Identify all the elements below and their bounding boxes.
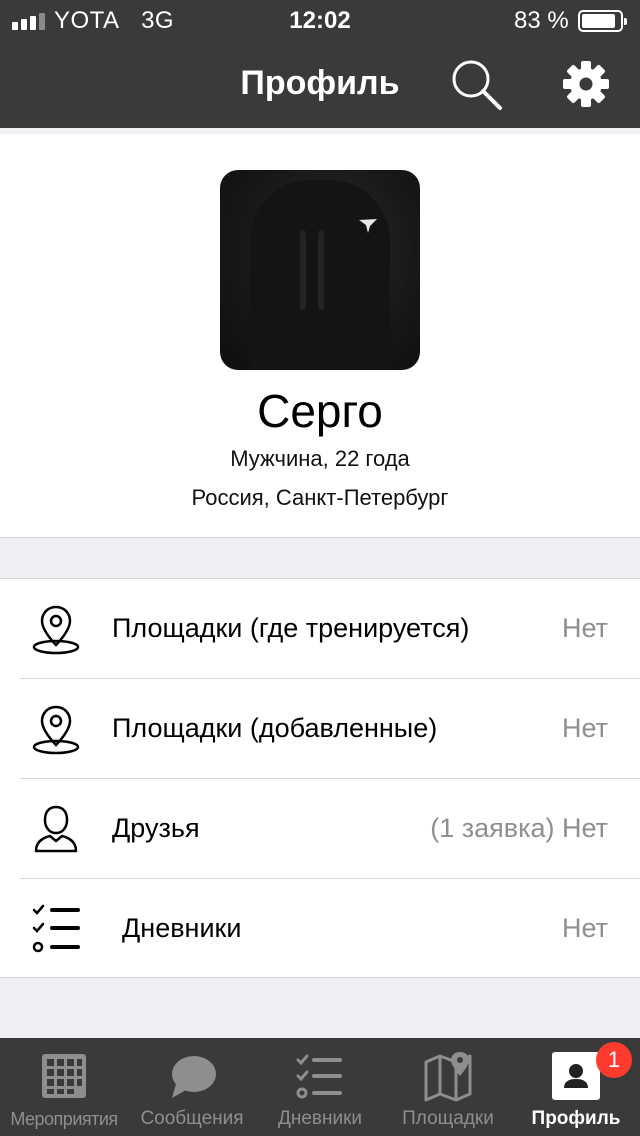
settings-button[interactable] <box>560 58 612 110</box>
menu-item-value: (1 заявка) Нет <box>430 813 608 843</box>
tab-label: Площадки <box>402 1108 494 1129</box>
tab-label: Дневники <box>277 1108 363 1129</box>
tab-label: Профиль <box>531 1108 621 1129</box>
map-pin-icon <box>32 705 80 755</box>
page-title: Профиль <box>240 64 400 102</box>
gear-icon <box>563 61 609 107</box>
person-icon <box>34 805 78 853</box>
checklist-icon <box>296 1054 342 1099</box>
menu-item-label: Друзья <box>112 813 200 843</box>
menu-item-value: Нет <box>562 913 608 943</box>
battery-icon <box>578 10 627 32</box>
menu-item-value: Нет <box>562 713 608 743</box>
profile-card: Серго Мужчина, 22 года Россия, Санкт-Пет… <box>0 134 640 538</box>
tab-events[interactable]: Мероприятия <box>0 1038 128 1136</box>
calendar-grid-icon <box>42 1054 86 1098</box>
profile-name: Серго <box>257 385 383 437</box>
top-bar: YOTA 3G 12:02 83 % Профиль <box>0 0 640 128</box>
profile-icon <box>552 1052 600 1100</box>
chat-bubble-icon <box>172 1056 216 1098</box>
menu-item-value: Нет <box>562 613 608 643</box>
search-button[interactable] <box>448 56 504 112</box>
menu-item-friends[interactable]: Друзья (1 заявка) Нет <box>0 779 640 879</box>
tab-label: Мероприятия <box>10 1109 118 1129</box>
menu-item-added-grounds[interactable]: Площадки (добавленные) Нет <box>0 679 640 779</box>
battery-percentage: 83 % <box>514 7 569 34</box>
avatar[interactable] <box>220 170 420 370</box>
checklist-icon <box>32 904 80 953</box>
menu-item-diaries[interactable]: Дневники Нет <box>0 879 640 979</box>
search-icon <box>452 60 502 110</box>
profile-gender-age: Мужчина, 22 года <box>230 446 410 471</box>
map-icon <box>424 1052 472 1102</box>
tab-label: Сообщения <box>140 1108 244 1129</box>
menu-item-label: Площадки (добавленные) <box>112 713 438 743</box>
profile-menu: Площадки (где тренируется) Нет Площадки … <box>0 578 640 978</box>
profile-location: Россия, Санкт-Петербург <box>191 485 449 510</box>
menu-item-label: Дневники <box>122 913 242 943</box>
notification-badge: 1 <box>596 1042 632 1078</box>
tab-bar: Мероприятия Сообщения Дневники Площадки <box>0 1038 640 1136</box>
status-bar: YOTA 3G 12:02 83 % <box>0 0 640 40</box>
tab-profile[interactable]: 1 Профиль <box>512 1038 640 1136</box>
menu-item-training-grounds[interactable]: Площадки (где тренируется) Нет <box>0 579 640 679</box>
brand-logo-icon <box>359 219 377 233</box>
menu-item-label: Площадки (где тренируется) <box>112 613 470 643</box>
map-pin-icon <box>32 605 80 655</box>
tab-diaries[interactable]: Дневники <box>256 1038 384 1136</box>
tab-messages[interactable]: Сообщения <box>128 1038 256 1136</box>
tab-grounds[interactable]: Площадки <box>384 1038 512 1136</box>
